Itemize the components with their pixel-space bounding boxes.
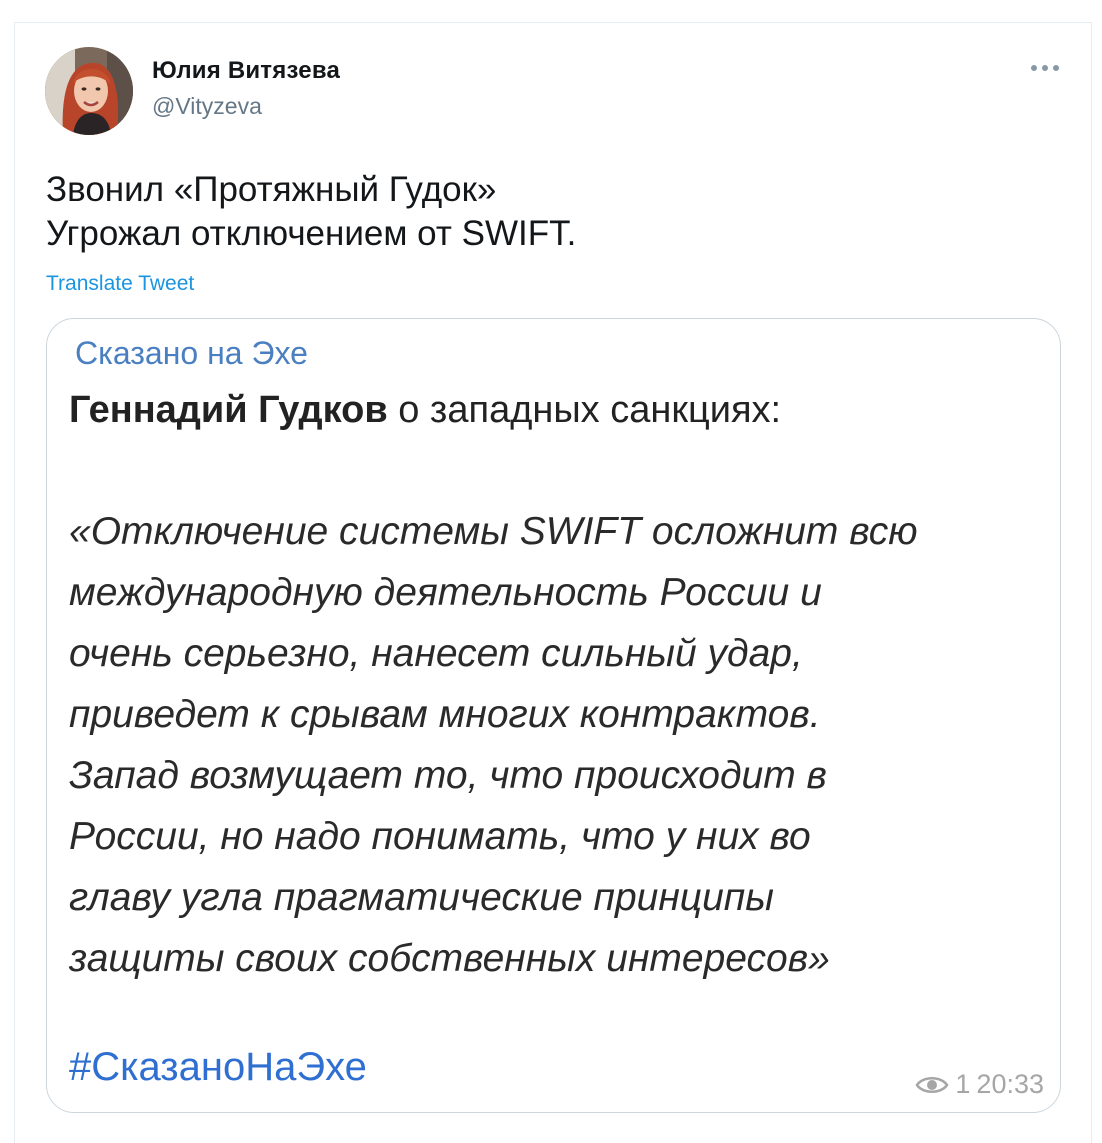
quote-line: России, но надо понимать, что у них во (69, 815, 811, 858)
author-handle[interactable]: @Vityzeva (152, 93, 262, 120)
translate-tweet-link[interactable]: Translate Tweet (46, 272, 194, 296)
quote-line: защиты своих собственных интересов» (69, 937, 830, 980)
post-meta: 1 20:33 (915, 1069, 1044, 1100)
quote-line: «Отключение системы SWIFT осложнит всю (69, 510, 918, 553)
quote-line: главу угла прагматические принципы (69, 876, 774, 919)
more-dots-icon (1031, 65, 1059, 71)
author-avatar[interactable] (45, 47, 133, 135)
view-count: 1 (955, 1069, 971, 1099)
tweet-card: Юлия Витязева @Vityzeva Звонил «Протяжны… (14, 22, 1092, 1143)
hashtag: #СказаноНаЭхе (69, 1045, 367, 1089)
tweet-text: Звонил «Протяжный Гудок» Угрожал отключе… (46, 168, 576, 256)
author-name[interactable]: Юлия Витязева (152, 57, 340, 85)
headline-bold: Геннадий Гудков (69, 389, 388, 431)
quote-line: Запад возмущает то, что происходит в (69, 754, 827, 797)
quote-text: «Отключение системы SWIFT осложнит всю м… (69, 501, 918, 989)
tweet-media-image[interactable]: Сказано на Эхе Геннадий Гудков о западны… (46, 318, 1061, 1113)
quote-line: очень серьезно, нанесет сильный удар, (69, 632, 803, 675)
more-options-button[interactable] (1025, 53, 1065, 83)
quote-line: приведет к срывам многих контрактов. (69, 693, 821, 736)
avatar-image (45, 47, 133, 135)
headline-rest: о западных санкциях: (387, 389, 782, 431)
post-headline: Геннадий Гудков о западных санкциях: (69, 389, 781, 432)
quote-line: международную деятельность России и (69, 571, 822, 614)
eye-icon (915, 1076, 949, 1093)
post-time: 20:33 (976, 1069, 1044, 1099)
channel-name: Сказано на Эхе (75, 335, 308, 371)
tweet-text-line: Звонил «Протяжный Гудок» (46, 170, 497, 209)
tweet-text-line: Угрожал отключением от SWIFT. (46, 214, 577, 253)
